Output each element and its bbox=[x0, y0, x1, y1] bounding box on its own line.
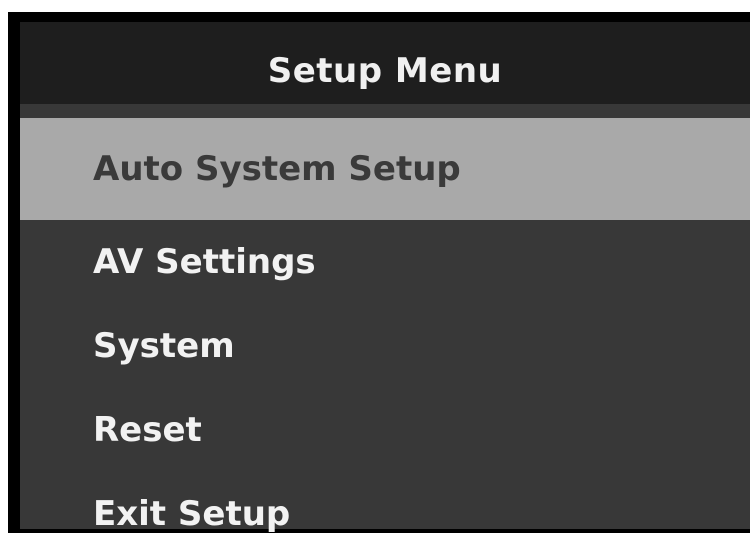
setup-menu-panel: Setup Menu Auto System Setup AV Settings… bbox=[20, 22, 750, 534]
menu-item-label: Auto System Setup bbox=[93, 149, 461, 189]
menu-item-label: Reset bbox=[93, 410, 202, 450]
menu-item-av-settings[interactable]: AV Settings bbox=[20, 220, 750, 304]
menu-list: Auto System Setup AV Settings System Res… bbox=[20, 118, 750, 556]
menu-item-auto-system-setup[interactable]: Auto System Setup bbox=[20, 118, 750, 220]
menu-item-label: Exit Setup bbox=[93, 494, 291, 534]
menu-item-reset[interactable]: Reset bbox=[20, 388, 750, 472]
tv-screen: Setup Menu Auto System Setup AV Settings… bbox=[8, 12, 750, 534]
menu-item-label: System bbox=[93, 326, 235, 366]
menu-item-system[interactable]: System bbox=[20, 304, 750, 388]
menu-title: Setup Menu bbox=[267, 51, 503, 91]
menu-header: Setup Menu bbox=[20, 22, 750, 104]
menu-item-label: AV Settings bbox=[93, 242, 316, 282]
menu-item-exit-setup[interactable]: Exit Setup bbox=[20, 472, 750, 556]
